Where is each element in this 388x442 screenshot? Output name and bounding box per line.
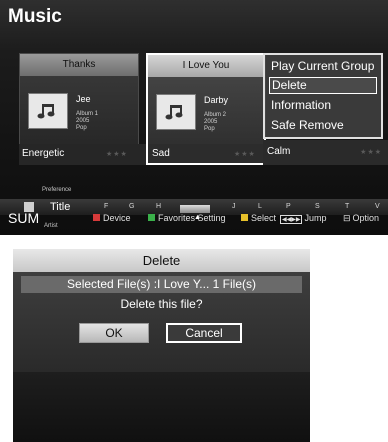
index-position-marker (180, 205, 210, 213)
context-menu: Play Current Group Delete Information Sa… (263, 53, 383, 139)
rating-stars: ★★★ (234, 151, 256, 158)
help-favorites-label: Favorites Setting (158, 213, 226, 223)
help-device-label: Device (103, 213, 131, 223)
index-letter[interactable]: L (258, 203, 262, 210)
sort-current[interactable]: Title (50, 201, 70, 213)
yellow-button-icon (241, 214, 248, 221)
index-letter[interactable]: S (315, 203, 320, 210)
card-genre: Pop (76, 125, 87, 131)
music-card-calm[interactable]: Calm ★★★ (263, 140, 388, 165)
dialog-body: Selected File(s) :I Love Y... 1 File(s) … (13, 272, 310, 372)
index-letter[interactable]: P (286, 203, 291, 210)
jump-arrows-icon: ◀◀▶▶ (280, 215, 303, 224)
index-letter[interactable]: F (104, 203, 108, 210)
sort-option-preference: Preference (42, 187, 72, 193)
card-year: 2005 (204, 119, 218, 125)
menu-item-information[interactable]: Information (269, 97, 377, 114)
card-mood: Sad (152, 148, 170, 159)
help-option-label: Option (352, 213, 380, 223)
green-button-icon (148, 214, 155, 221)
help-select[interactable]: Select (241, 213, 276, 223)
music-screen: Music Thanks Jee Album 1 2005 Pop I Love… (0, 0, 388, 235)
card-title: Thanks (20, 54, 138, 76)
index-letter[interactable]: T (345, 203, 349, 210)
card-album: Album 1 (76, 111, 99, 117)
cancel-button[interactable]: Cancel (166, 323, 242, 343)
card-artist: Darby (204, 95, 229, 105)
card-mood: Calm (267, 146, 291, 157)
option-icon: ⊟ (343, 213, 351, 223)
rating-stars: ★★★ (106, 151, 128, 158)
card-title: I Love You (148, 55, 264, 77)
help-jump[interactable]: ◀◀▶▶ Jump (280, 213, 326, 224)
app-title: Music (8, 6, 62, 27)
music-note-icon (28, 93, 68, 129)
index-letter[interactable]: G (129, 203, 134, 210)
sum-label: SUM (8, 210, 40, 226)
menu-item-play-current-group[interactable]: Play Current Group (269, 58, 377, 75)
delete-dialog-screen: Delete Selected File(s) :I Love Y... 1 F… (13, 249, 310, 442)
rating-stars: ★★★ (360, 149, 382, 156)
help-jump-label: Jump (304, 213, 327, 223)
help-device[interactable]: Device (93, 213, 131, 223)
index-letter[interactable]: J (232, 203, 236, 210)
help-favorites[interactable]: Favorites Setting (148, 213, 226, 223)
music-note-icon (156, 94, 196, 130)
card-album: Album 2 (204, 112, 227, 118)
dialog-title: Delete (13, 249, 310, 272)
sort-option-artist: Artist (44, 223, 58, 229)
help-select-label: Select (251, 213, 277, 223)
index-letter[interactable]: H (156, 203, 161, 210)
help-option[interactable]: ⊟ Option (343, 213, 379, 224)
card-mood: Energetic (22, 148, 65, 159)
menu-item-delete[interactable]: Delete (269, 77, 377, 94)
menu-item-safe-remove[interactable]: Safe Remove (269, 117, 377, 134)
card-meta: Album 1 2005 Pop (76, 111, 98, 132)
ok-button[interactable]: OK (79, 323, 149, 343)
red-button-icon (93, 214, 100, 221)
selected-files-info: Selected File(s) :I Love Y... 1 File(s) (21, 276, 302, 293)
card-genre: Pop (204, 126, 215, 132)
card-artist: Jee (76, 94, 91, 104)
delete-question: Delete this file? (120, 297, 203, 311)
index-letter[interactable]: V (375, 203, 380, 210)
dialog-lower-area (13, 372, 310, 442)
card-year: 2005 (76, 118, 90, 124)
card-meta: Album 2 2005 Pop (204, 112, 226, 133)
